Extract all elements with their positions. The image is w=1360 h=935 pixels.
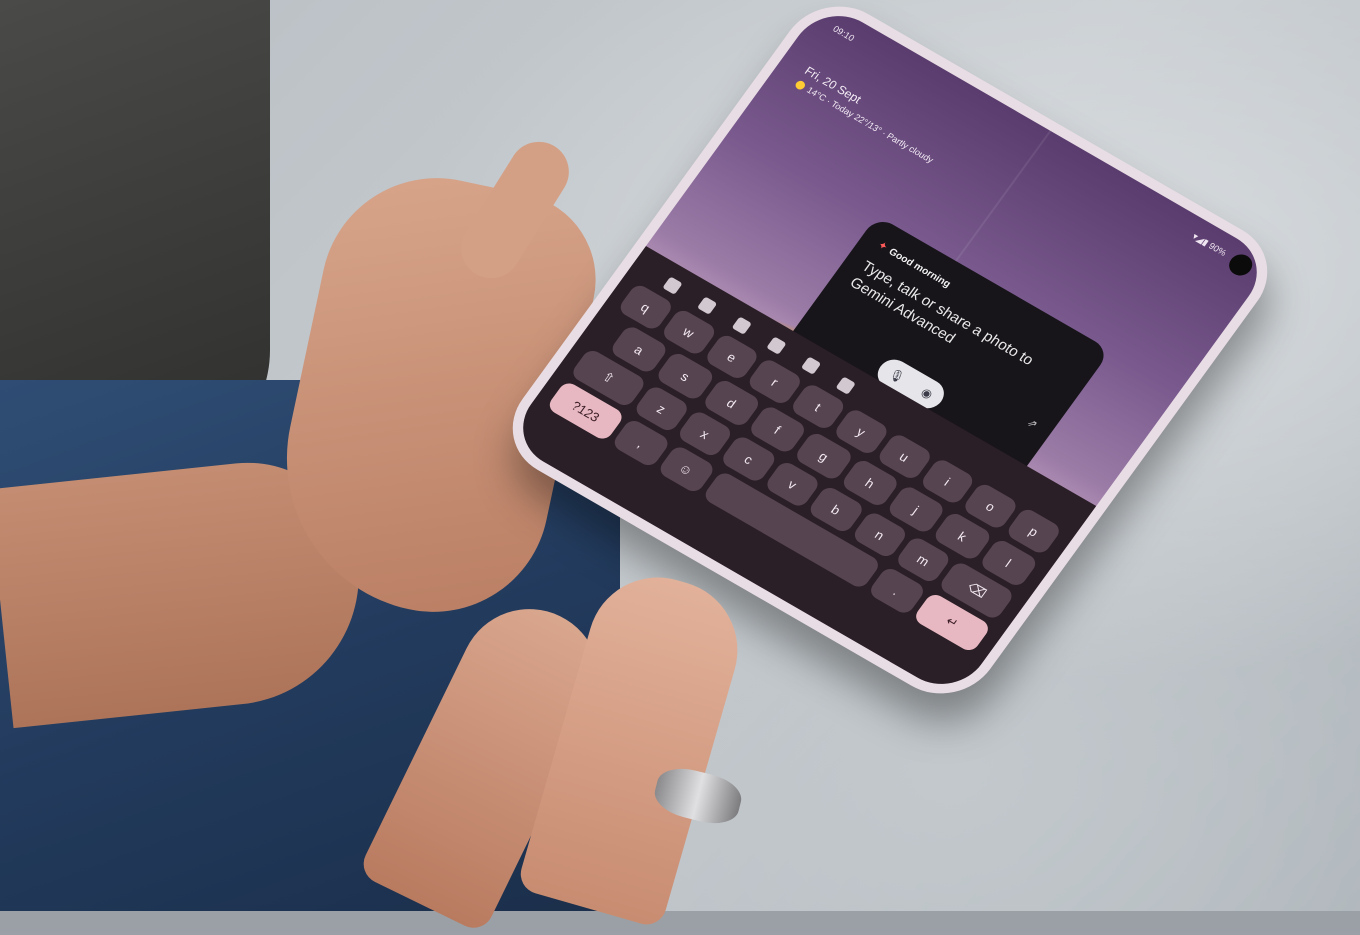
status-icons: ▾◢▮ 90% xyxy=(1190,231,1229,258)
clipboard-icon[interactable] xyxy=(731,316,752,336)
sticker-icon[interactable] xyxy=(662,276,683,296)
status-time: 09:10 xyxy=(831,23,857,44)
weather-line: 14°C · Today 22°/13° · Partly cloudy xyxy=(793,78,936,165)
camera-icon[interactable]: ◉ xyxy=(918,385,935,402)
gif-icon[interactable] xyxy=(696,296,718,316)
settings-icon[interactable] xyxy=(765,336,787,356)
weather-text: 14°C · Today 22°/13° · Partly cloudy xyxy=(804,84,936,165)
microphone-icon[interactable]: 🎙 xyxy=(886,366,907,385)
palette-icon[interactable] xyxy=(800,356,822,376)
mic-key-icon[interactable] xyxy=(835,376,856,396)
front-camera xyxy=(1224,250,1257,280)
open-external-icon[interactable]: ⇗ xyxy=(1025,416,1041,431)
sun-icon xyxy=(793,79,807,92)
